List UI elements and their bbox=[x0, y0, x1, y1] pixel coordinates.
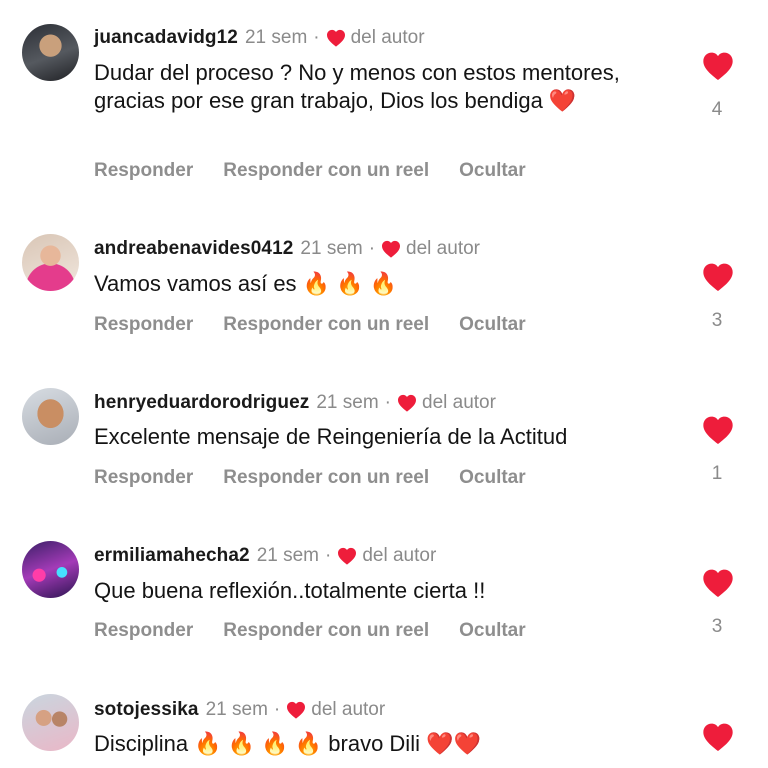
hide-button[interactable]: Ocultar bbox=[459, 620, 526, 642]
reply-button[interactable]: Responder bbox=[94, 620, 193, 642]
comment-text: Que buena reflexión..totalmente cierta !… bbox=[94, 578, 486, 603]
comment-text: Disciplina 🔥 🔥 🔥 🔥 bravo Dili ❤️❤️ bbox=[94, 731, 481, 756]
hide-button[interactable]: Ocultar bbox=[459, 467, 526, 489]
timestamp: 21 sem bbox=[244, 27, 308, 48]
reply-with-reel-button[interactable]: Responder con un reel bbox=[223, 314, 429, 336]
like-heart-icon[interactable] bbox=[702, 568, 734, 598]
heart-icon bbox=[326, 29, 345, 47]
avatar[interactable] bbox=[22, 541, 79, 598]
comment-actions: Responder Responder con un reel Ocultar bbox=[94, 465, 556, 491]
separator-dot: · bbox=[384, 392, 391, 413]
reply-button[interactable]: Responder bbox=[94, 314, 193, 336]
avatar[interactable] bbox=[22, 388, 79, 445]
like-heart-icon[interactable] bbox=[702, 51, 734, 81]
timestamp: 21 sem bbox=[300, 238, 363, 259]
reply-with-reel-button[interactable]: Responder con un reel bbox=[223, 467, 429, 489]
heart-icon bbox=[382, 240, 401, 258]
hide-button[interactable]: Ocultar bbox=[459, 314, 526, 336]
separator-dot: · bbox=[313, 27, 320, 48]
reply-with-reel-button[interactable]: Responder con un reel bbox=[223, 620, 429, 642]
comment-actions: Responder Responder con un reel Ocultar bbox=[94, 618, 556, 644]
like-heart-icon[interactable] bbox=[702, 722, 734, 752]
username[interactable]: juancadavidg12 bbox=[94, 27, 238, 49]
timestamp: 21 sem bbox=[256, 545, 320, 566]
heart-icon bbox=[338, 547, 357, 565]
liked-by-author-badge: del autor bbox=[397, 392, 496, 414]
comment-text: Vamos vamos así es 🔥 🔥 🔥 bbox=[94, 271, 398, 296]
like-count: 1 bbox=[711, 463, 723, 484]
heart-icon bbox=[398, 394, 416, 412]
reply-with-reel-button[interactable]: Responder con un reel bbox=[223, 160, 429, 182]
username[interactable]: sotojessika bbox=[94, 699, 199, 721]
reply-button[interactable]: Responder bbox=[94, 160, 193, 182]
reply-button[interactable]: Responder bbox=[94, 467, 193, 489]
author-tag: del autor bbox=[406, 238, 480, 259]
liked-by-author-badge: del autor bbox=[381, 238, 480, 260]
avatar[interactable] bbox=[22, 694, 79, 751]
liked-by-author-badge: del autor bbox=[326, 27, 425, 49]
comment-header: sotojessika 21 sem · del autor bbox=[94, 697, 385, 723]
separator-dot: · bbox=[325, 545, 332, 566]
timestamp: 21 sem bbox=[316, 392, 379, 413]
comment-header: juancadavidg12 21 sem · del autor bbox=[94, 25, 425, 51]
author-tag: del autor bbox=[362, 545, 437, 566]
comment-header: ermiliamahecha2 21 sem · del autor bbox=[94, 543, 436, 569]
separator-dot: · bbox=[273, 699, 281, 720]
avatar[interactable] bbox=[22, 24, 79, 81]
username[interactable]: andreabenavides0412 bbox=[94, 238, 293, 260]
like-count: 4 bbox=[711, 99, 723, 120]
timestamp: 21 sem bbox=[205, 699, 268, 720]
comment-actions: Responder Responder con un reel Ocultar bbox=[94, 158, 556, 184]
heart-icon bbox=[287, 701, 306, 719]
like-count: 3 bbox=[711, 616, 723, 637]
hide-button[interactable]: Ocultar bbox=[459, 160, 526, 182]
avatar[interactable] bbox=[22, 234, 79, 291]
liked-by-author-badge: del autor bbox=[337, 545, 436, 567]
like-heart-icon[interactable] bbox=[702, 415, 734, 445]
author-tag: del autor bbox=[350, 27, 425, 48]
comment-actions: Responder Responder con un reel Ocultar bbox=[94, 312, 556, 338]
username[interactable]: henryeduardorodriguez bbox=[94, 392, 309, 414]
author-tag: del autor bbox=[311, 699, 386, 720]
comment-text: Dudar del proceso ? No y menos con estos… bbox=[94, 60, 620, 113]
comment-header: henryeduardorodriguez 21 sem · del autor bbox=[94, 390, 496, 416]
liked-by-author-badge: del autor bbox=[286, 699, 385, 721]
author-tag: del autor bbox=[422, 392, 496, 413]
username[interactable]: ermiliamahecha2 bbox=[94, 545, 250, 567]
like-count: 3 bbox=[711, 310, 723, 331]
like-heart-icon[interactable] bbox=[702, 262, 734, 292]
comment-text: Excelente mensaje de Reingeniería de la … bbox=[94, 424, 568, 449]
separator-dot: · bbox=[368, 238, 376, 259]
comment-header: andreabenavides0412 21 sem · del autor bbox=[94, 236, 480, 262]
